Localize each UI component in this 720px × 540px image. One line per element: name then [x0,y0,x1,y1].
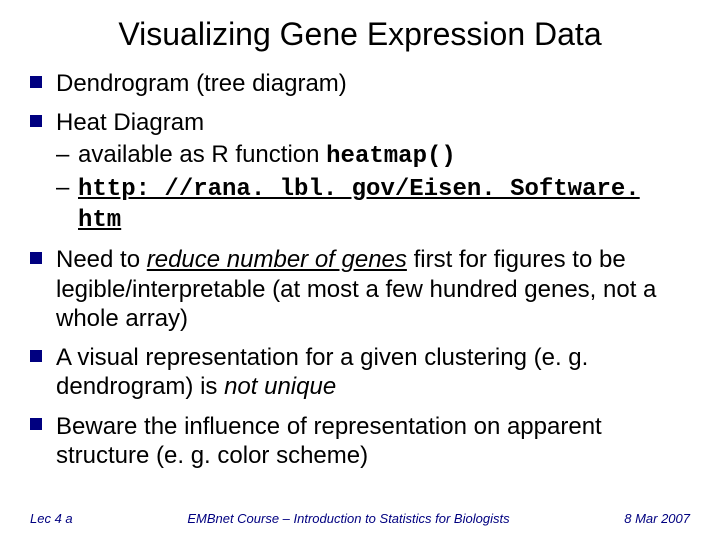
code-text: heatmap() [326,143,456,170]
square-bullet-icon [30,252,42,264]
footer-left: Lec 4 a [30,511,73,526]
sub-bullet-rfunc: available as R function heatmap() [56,140,690,171]
url-link[interactable]: http: //rana. lbl. gov/Eisen. Software. … [78,176,640,234]
bullet-heat-diagram: Heat Diagram available as R function hea… [30,108,690,235]
bullet-text: Beware the influence of representation o… [56,413,602,469]
square-bullet-icon [30,350,42,362]
bullet-reduce-genes: Need to reduce number of genes first for… [30,245,690,333]
bullet-beware: Beware the influence of representation o… [30,412,690,471]
bullet-text-pre: Need to [56,246,147,273]
bullet-dendrogram: Dendrogram (tree diagram) [30,69,690,98]
bullet-list: Dendrogram (tree diagram) Heat Diagram a… [30,69,690,470]
emphasis-text: not unique [224,373,336,400]
footer: Lec 4 a EMBnet Course – Introduction to … [30,511,690,526]
sub-bullet-url: http: //rana. lbl. gov/Eisen. Software. … [56,173,690,236]
bullet-text: Heat Diagram [56,109,204,136]
slide: Visualizing Gene Expression Data Dendrog… [0,0,720,540]
square-bullet-icon [30,115,42,127]
footer-right: 8 Mar 2007 [624,511,690,526]
page-title: Visualizing Gene Expression Data [30,16,690,53]
emphasis-text: reduce number of genes [147,246,407,273]
sub-list: available as R function heatmap() http: … [56,140,690,236]
bullet-text: Dendrogram (tree diagram) [56,70,347,97]
bullet-not-unique: A visual representation for a given clus… [30,343,690,402]
footer-center: EMBnet Course – Introduction to Statisti… [187,511,509,526]
square-bullet-icon [30,418,42,430]
sub-text: available as R function [78,141,326,168]
square-bullet-icon [30,76,42,88]
